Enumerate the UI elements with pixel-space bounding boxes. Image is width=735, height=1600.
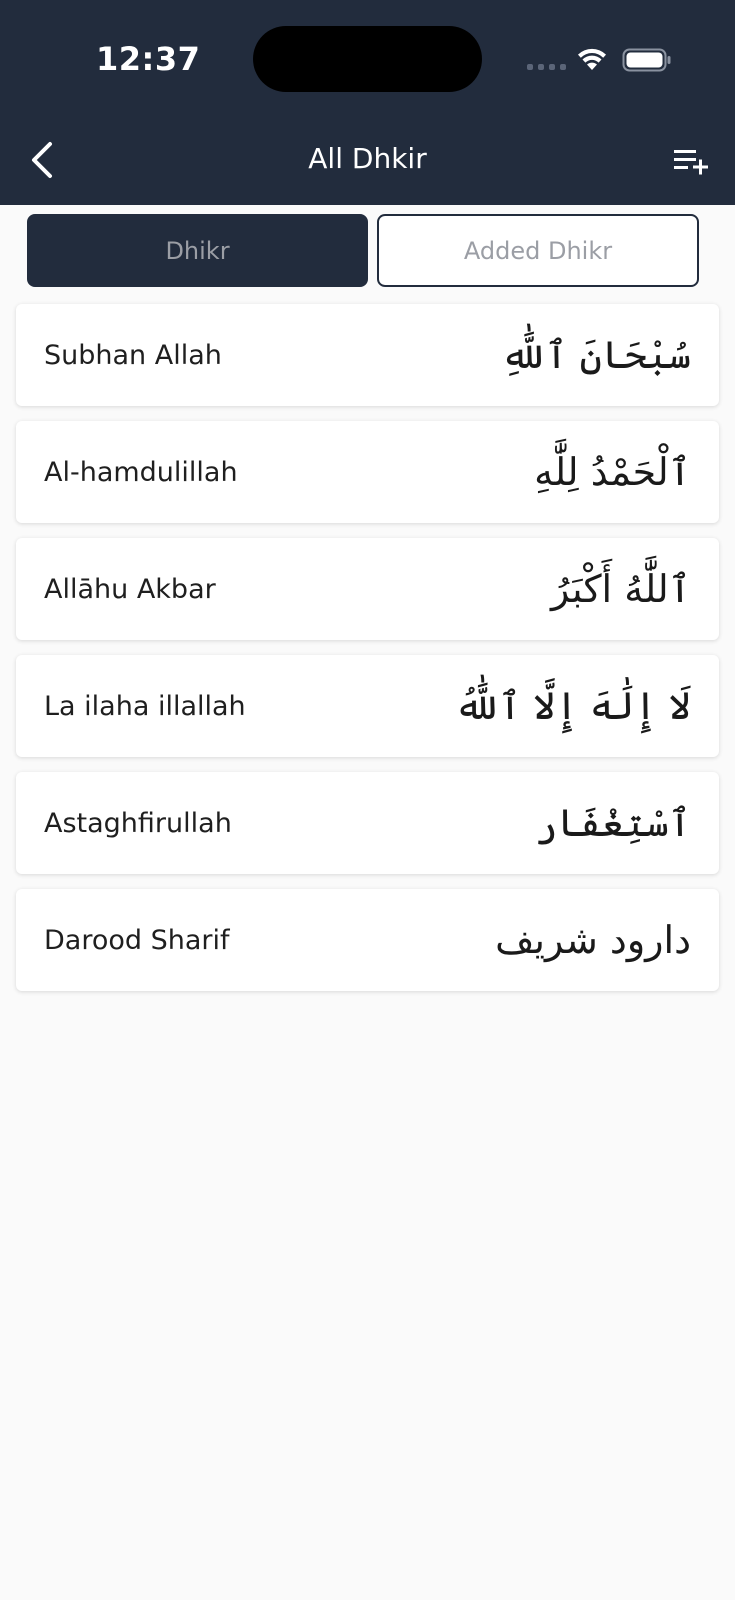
dhikr-item-astaghfirullah[interactable]: Astaghfirullah ٱسْتِغْفَار (16, 772, 719, 874)
dhikr-arabic: لَا إِلَٰهَ إِلَّا ٱللَّٰهُ (454, 684, 691, 728)
dhikr-item-alhamdulillah[interactable]: Al-hamdulillah ٱلْحَمْدُ لِلَّٰهِ (16, 421, 719, 523)
wifi-icon (578, 48, 606, 70)
dynamic-island (253, 26, 482, 92)
dhikr-arabic: ٱللَّٰهُ أَكْبَرُ (551, 567, 691, 611)
dhikr-item-allahu-akbar[interactable]: Allāhu Akbar ٱللَّٰهُ أَكْبَرُ (16, 538, 719, 640)
dhikr-item-subhan-allah[interactable]: Subhan Allah سُبْحَانَ ٱللَّٰهِ (16, 304, 719, 406)
battery-icon (622, 48, 671, 72)
tab-added-dhikr[interactable]: Added Dhikr (377, 214, 699, 287)
dhikr-name: Astaghfirullah (44, 807, 232, 839)
playlist-add-icon (674, 150, 708, 175)
dhikr-screen: 12:37 All Dhkir Dhikr Added Dhikr Subhan… (0, 0, 735, 1600)
dhikr-name: Allāhu Akbar (44, 573, 216, 605)
dhikr-item-darood-sharif[interactable]: Darood Sharif دارود شریف (16, 889, 719, 991)
dhikr-arabic: ٱسْتِغْفَار (535, 801, 691, 845)
add-dhikr-button[interactable] (668, 140, 714, 180)
tab-dhikr[interactable]: Dhikr (27, 214, 368, 287)
dhikr-arabic: دارود شریف (495, 918, 691, 962)
dhikr-name: Al-hamdulillah (44, 456, 238, 488)
dhikr-arabic: سُبْحَانَ ٱللَّٰهِ (500, 333, 691, 377)
dhikr-list: Subhan Allah سُبْحَانَ ٱللَّٰهِ Al-hamdu… (16, 304, 719, 1006)
cellular-signal-icon (527, 64, 566, 70)
dhikr-arabic: ٱلْحَمْدُ لِلَّٰهِ (534, 450, 691, 494)
app-header: 12:37 All Dhkir (0, 0, 735, 205)
dhikr-name: La ilaha illallah (44, 690, 246, 722)
status-time: 12:37 (96, 40, 201, 78)
dhikr-name: Darood Sharif (44, 924, 230, 956)
dhikr-item-la-ilaha-illallah[interactable]: La ilaha illallah لَا إِلَٰهَ إِلَّا ٱلل… (16, 655, 719, 757)
dhikr-name: Subhan Allah (44, 339, 222, 371)
page-title: All Dhkir (308, 142, 427, 175)
